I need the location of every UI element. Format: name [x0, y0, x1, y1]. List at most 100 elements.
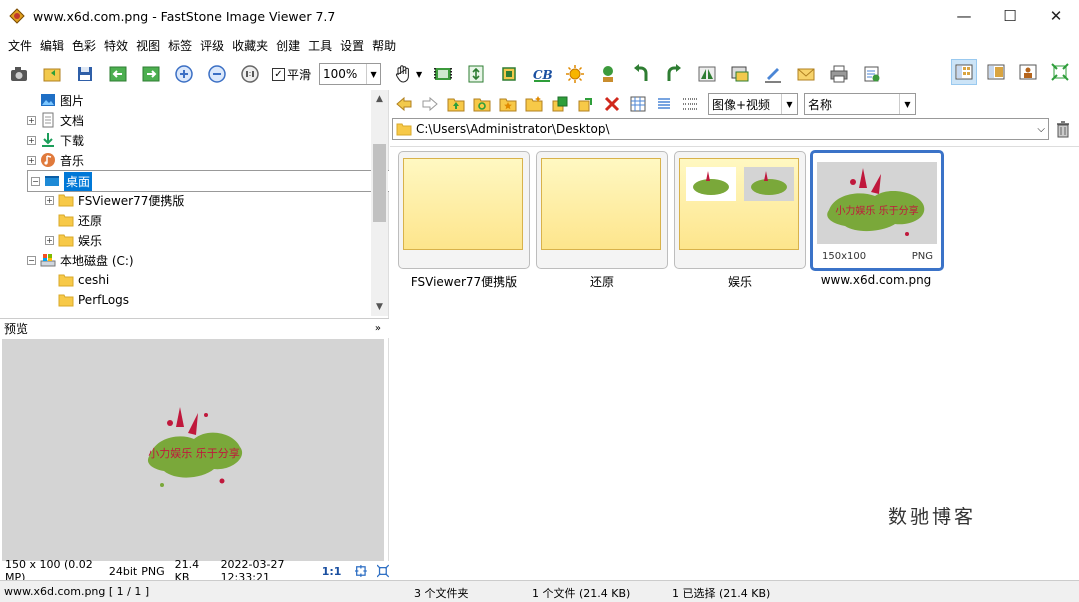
scroll-thumb[interactable] — [373, 144, 386, 222]
camera-icon[interactable] — [8, 63, 30, 85]
close-button[interactable]: ✕ — [1033, 0, 1079, 32]
thumb-folder-fsviewer[interactable] — [398, 151, 530, 269]
info-ratio[interactable]: 1:1 — [322, 565, 342, 578]
print-icon[interactable] — [828, 63, 850, 85]
rotate-left-icon[interactable] — [630, 63, 652, 85]
layout-browser-icon[interactable] — [951, 59, 977, 85]
maximize-button[interactable]: ☐ — [987, 0, 1033, 32]
menu-view[interactable]: 视图 — [132, 37, 164, 54]
layout-single-icon[interactable] — [1015, 59, 1041, 85]
thumb-image-x6d[interactable]: 小力娱乐 乐于分享 150x100 PNG — [810, 150, 944, 271]
menu-rating[interactable]: 评级 — [196, 37, 228, 54]
draw-icon[interactable] — [762, 63, 784, 85]
scroll-down-icon[interactable]: ▼ — [371, 298, 388, 315]
tree-item-fsviewer[interactable]: + FSViewer77便携版 — [45, 190, 184, 210]
zoom-in-icon[interactable] — [173, 63, 195, 85]
resize-icon[interactable] — [465, 63, 487, 85]
chevron-down-icon[interactable]: ⌵ — [1037, 124, 1045, 135]
open-folder-icon[interactable] — [41, 63, 63, 85]
fit-window-icon[interactable] — [355, 564, 368, 578]
minimize-button[interactable]: — — [941, 0, 987, 32]
thumb-caption[interactable]: www.x6d.com.png — [806, 273, 946, 287]
email-icon[interactable] — [795, 63, 817, 85]
layout-preview-icon[interactable] — [983, 59, 1009, 85]
thumb-folder-restore[interactable] — [536, 151, 668, 269]
delete-icon[interactable] — [602, 94, 622, 114]
hand-tool-icon[interactable]: ▼ — [393, 64, 422, 84]
filter-select[interactable]: 图像+视频 ▼ — [708, 93, 798, 115]
thumb-caption[interactable]: 娱乐 — [670, 273, 810, 290]
zoom-out-icon[interactable] — [206, 63, 228, 85]
sort-select[interactable]: 名称 ▼ — [804, 93, 916, 115]
details-view-icon[interactable] — [680, 94, 700, 114]
color-balance-icon[interactable]: CB — [531, 63, 553, 85]
tree-item-restore[interactable]: 还原 — [58, 210, 102, 230]
flip-icon[interactable] — [696, 63, 718, 85]
expand-icon[interactable]: + — [45, 235, 54, 245]
tree-item-music[interactable]: + 音乐 — [27, 150, 84, 170]
menu-tags[interactable]: 标签 — [164, 37, 196, 54]
double-chevron-down-icon[interactable]: » — [375, 323, 381, 334]
scroll-up-icon[interactable]: ▲ — [371, 90, 388, 107]
back-arrow-icon[interactable] — [394, 94, 414, 114]
tree-item-perflogs[interactable]: PerfLogs — [58, 290, 129, 310]
tree-item-desktop[interactable]: − 桌面 — [27, 170, 389, 192]
tree-item-drive-c[interactable]: − 本地磁盘 (C:) — [27, 250, 134, 270]
smooth-checkbox[interactable]: ✓ 平滑 — [272, 66, 311, 83]
collapse-icon[interactable]: − — [31, 176, 40, 186]
tree-item-pictures[interactable]: 图片 — [40, 90, 84, 110]
next-image-icon[interactable] — [140, 63, 162, 85]
brightness-icon[interactable] — [564, 63, 586, 85]
copy-to-icon[interactable] — [550, 94, 570, 114]
fullscreen-icon[interactable] — [1047, 59, 1073, 85]
menu-help[interactable]: 帮助 — [368, 37, 400, 54]
menu-tools[interactable]: 工具 — [304, 37, 336, 54]
crop-icon[interactable] — [498, 63, 520, 85]
menu-create[interactable]: 创建 — [272, 37, 304, 54]
path-input[interactable]: C:\Users\Administrator\Desktop\ ⌵ — [392, 118, 1049, 140]
zoom-select[interactable]: 100% ▼ — [319, 63, 382, 85]
new-folder-icon[interactable] — [524, 94, 544, 114]
expand-icon[interactable]: + — [27, 155, 36, 165]
expand-icon[interactable]: + — [27, 115, 36, 125]
actual-size-icon[interactable] — [239, 63, 261, 85]
list-view-icon[interactable] — [654, 94, 674, 114]
smooth-check[interactable]: ✓ — [272, 67, 285, 81]
prev-image-icon[interactable] — [107, 63, 129, 85]
expand-icon[interactable]: + — [27, 135, 36, 145]
refresh-folder-icon[interactable] — [472, 94, 492, 114]
chevron-down-icon[interactable]: ▼ — [899, 94, 915, 114]
menu-file[interactable]: 文件 — [4, 37, 36, 54]
fullscreen-preview-icon[interactable] — [377, 564, 389, 578]
slideshow-icon[interactable] — [432, 63, 454, 85]
favorite-folder-icon[interactable] — [498, 94, 518, 114]
menu-edit[interactable]: 编辑 — [36, 37, 68, 54]
forward-arrow-icon[interactable] — [420, 94, 440, 114]
tree-scrollbar[interactable]: ▲ ▼ — [371, 90, 388, 316]
tree-item-entertainment[interactable]: + 娱乐 — [45, 230, 102, 250]
menu-effects[interactable]: 特效 — [100, 37, 132, 54]
tree-item-ceshi[interactable]: ceshi — [58, 270, 109, 290]
chevron-down-icon[interactable]: ▼ — [781, 94, 797, 114]
rotate-right-icon[interactable] — [663, 63, 685, 85]
tree-item-downloads[interactable]: + 下载 — [27, 130, 84, 150]
menu-colors[interactable]: 色彩 — [68, 37, 100, 54]
chevron-down-icon[interactable]: ▼ — [366, 64, 380, 84]
move-to-icon[interactable] — [576, 94, 596, 114]
menu-settings[interactable]: 设置 — [336, 37, 368, 54]
trash-icon[interactable] — [1054, 120, 1072, 138]
folder-tree[interactable]: 图片 + 文档 + 下载 + 音乐 − 桌面 + FSViewer77便携版 还… — [0, 90, 389, 316]
menu-favorites[interactable]: 收藏夹 — [228, 37, 272, 54]
up-folder-icon[interactable] — [446, 94, 466, 114]
redeye-icon[interactable] — [597, 63, 619, 85]
screen-capture-icon[interactable] — [729, 63, 751, 85]
collapse-icon[interactable]: − — [27, 255, 36, 265]
thumb-caption[interactable]: FSViewer77便携版 — [394, 273, 534, 290]
settings-icon[interactable] — [861, 63, 883, 85]
thumb-folder-entertainment[interactable] — [674, 151, 806, 269]
save-icon[interactable] — [74, 63, 96, 85]
tree-item-documents[interactable]: + 文档 — [27, 110, 84, 130]
expand-icon[interactable]: + — [45, 195, 54, 205]
thumbnails-view-icon[interactable] — [628, 94, 648, 114]
thumb-caption[interactable]: 还原 — [532, 273, 672, 290]
